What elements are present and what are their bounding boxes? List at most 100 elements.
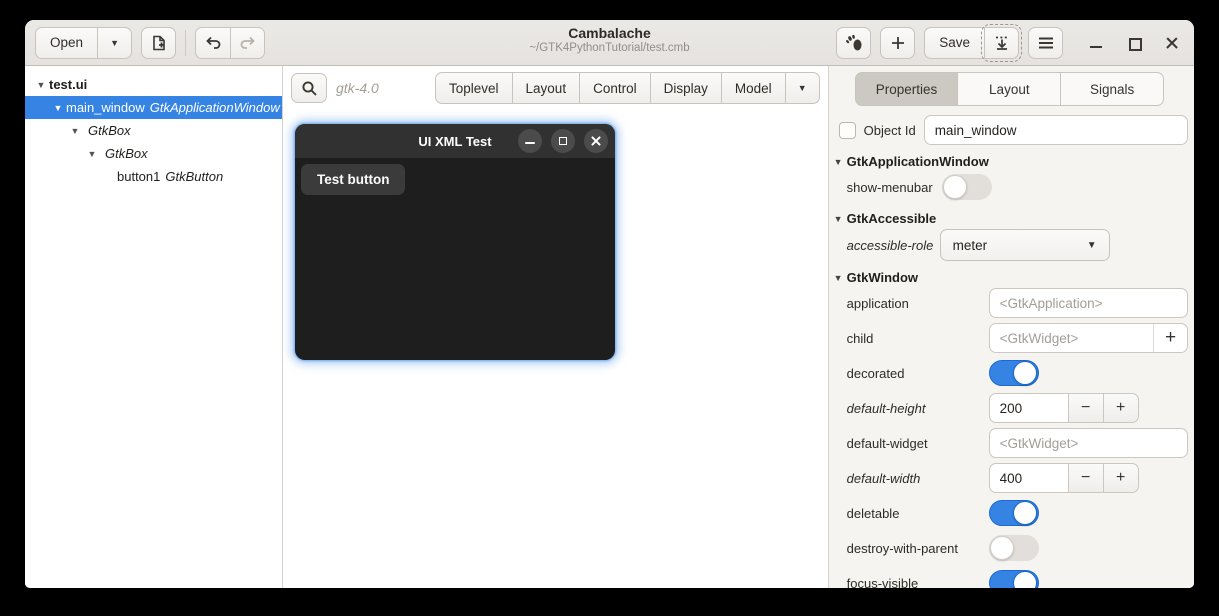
- tab-layout[interactable]: Layout: [957, 72, 1060, 106]
- tree-row[interactable]: ▼main_windowGtkApplicationWindow: [25, 96, 282, 119]
- tree-item-type: GtkApplicationWindow: [150, 100, 280, 115]
- property-label: default-widget: [847, 436, 989, 451]
- expander-icon[interactable]: ▼: [84, 149, 100, 159]
- default-width-decrement-button[interactable]: −: [1069, 463, 1104, 493]
- property-control: [942, 174, 1188, 200]
- expander-icon[interactable]: ▼: [50, 103, 66, 113]
- show-menubar-switch[interactable]: [942, 174, 992, 200]
- tree-row[interactable]: ▼GtkBox: [25, 142, 282, 165]
- property-sections: ▼GtkApplicationWindowshow-menubar▼GtkAcc…: [829, 150, 1194, 588]
- add-window-button[interactable]: [880, 27, 915, 59]
- default-height-value-input[interactable]: [989, 393, 1069, 423]
- section-header-gtkaccessible[interactable]: ▼GtkAccessible: [829, 207, 1194, 229]
- property-control: meter▼: [940, 229, 1188, 261]
- object-id-input[interactable]: [925, 116, 1187, 144]
- type-filter-control[interactable]: Control: [579, 72, 650, 104]
- export-icon: [993, 34, 1011, 52]
- tab-properties[interactable]: Properties: [855, 72, 958, 106]
- deletable-switch[interactable]: [989, 500, 1039, 526]
- child-entry: +: [989, 323, 1188, 353]
- object-id-row: Object Id: [839, 115, 1188, 145]
- titlebar: Open ▼: [25, 20, 1194, 66]
- maximize-button[interactable]: [1126, 35, 1142, 51]
- property-control: [989, 428, 1188, 458]
- save-button[interactable]: Save: [924, 27, 984, 59]
- type-filter-toplevel[interactable]: Toplevel: [435, 72, 512, 104]
- focus-visible-switch[interactable]: [989, 570, 1039, 588]
- child-add-button[interactable]: +: [1153, 324, 1187, 352]
- default-height-increment-button[interactable]: +: [1104, 393, 1139, 423]
- workspace: ToplevelLayoutControlDisplayModel▼ UI XM…: [283, 66, 829, 588]
- property-control: [989, 570, 1188, 588]
- type-filter-model[interactable]: Model: [721, 72, 785, 104]
- new-file-icon: [150, 34, 168, 52]
- property-control: −+: [989, 463, 1188, 493]
- type-filter-display[interactable]: Display: [650, 72, 721, 104]
- tree-row[interactable]: button1GtkButton: [25, 165, 282, 188]
- preview-test-button[interactable]: Test button: [301, 164, 405, 195]
- type-filter-dropdown-button[interactable]: ▼: [785, 72, 820, 104]
- tree-item-name: button1: [117, 169, 160, 184]
- property-label: default-width: [847, 471, 989, 486]
- default-width-increment-button[interactable]: +: [1104, 463, 1139, 493]
- tree-row[interactable]: ▼ GtkBox: [25, 119, 282, 142]
- preview-close-button[interactable]: [584, 129, 608, 153]
- tab-signals[interactable]: Signals: [1060, 72, 1164, 106]
- property-label: accessible-role: [847, 238, 940, 253]
- accessible-role-dropdown[interactable]: meter▼: [940, 229, 1110, 261]
- tree-item-type: GtkBox: [88, 123, 131, 138]
- app-window: Open ▼: [25, 20, 1194, 588]
- default-width-spinbutton: −+: [989, 463, 1139, 493]
- section-header-gtkapplicationwindow[interactable]: ▼GtkApplicationWindow: [829, 150, 1194, 172]
- property-label: decorated: [847, 366, 989, 381]
- property-label: application: [847, 296, 989, 311]
- redo-icon: [239, 34, 257, 52]
- switch-knob: [990, 536, 1014, 560]
- chevron-down-icon: ▼: [1087, 240, 1097, 251]
- default-height-decrement-button[interactable]: −: [1069, 393, 1104, 423]
- application-input[interactable]: [990, 289, 1187, 317]
- menu-button[interactable]: [1028, 27, 1063, 59]
- search-input[interactable]: [336, 80, 426, 96]
- chevron-down-icon: ▼: [110, 38, 119, 48]
- section-header-gtkwindow[interactable]: ▼GtkWindow: [829, 266, 1194, 288]
- open-button[interactable]: Open: [35, 27, 97, 59]
- minimize-button[interactable]: [1088, 35, 1104, 51]
- property-control: [989, 360, 1188, 386]
- destroy-with-parent-switch[interactable]: [989, 535, 1039, 561]
- preview-title: UI XML Test: [418, 134, 491, 149]
- preview-headerbar[interactable]: UI XML Test: [295, 124, 615, 158]
- property-control: +: [989, 323, 1188, 353]
- child-input[interactable]: [990, 324, 1153, 352]
- property-row-accessible-role: accessible-rolemeter▼: [847, 229, 1188, 261]
- object-id-label: Object Id: [864, 123, 916, 138]
- tree-row[interactable]: ▼test.ui: [25, 73, 282, 96]
- preview-window[interactable]: UI XML Test Test button: [295, 124, 615, 360]
- section-title: GtkAccessible: [847, 211, 937, 226]
- plus-icon: [890, 35, 906, 51]
- expander-icon[interactable]: ▼: [33, 80, 49, 90]
- type-filter-layout[interactable]: Layout: [512, 72, 580, 104]
- preview-minimize-button[interactable]: [518, 129, 542, 153]
- preview-maximize-button[interactable]: [551, 129, 575, 153]
- close-button[interactable]: [1164, 35, 1180, 51]
- redo-button[interactable]: [230, 27, 265, 59]
- property-label: deletable: [847, 506, 989, 521]
- search-button[interactable]: [291, 73, 327, 103]
- property-row-default-widget: default-widget: [847, 428, 1188, 458]
- default-width-value-input[interactable]: [989, 463, 1069, 493]
- open-dropdown-button[interactable]: ▼: [97, 27, 132, 59]
- switch-knob: [1013, 501, 1037, 525]
- default-height-spinbutton: −+: [989, 393, 1139, 423]
- property-row-default-width: default-width−+: [847, 463, 1188, 493]
- expander-icon[interactable]: ▼: [67, 126, 83, 136]
- export-button[interactable]: [984, 27, 1019, 59]
- decorated-switch[interactable]: [989, 360, 1039, 386]
- undo-button[interactable]: [195, 27, 230, 59]
- gnome-logo-button[interactable]: [836, 27, 871, 59]
- default-widget-input[interactable]: [990, 429, 1187, 457]
- titlebar-right: Save: [836, 27, 1184, 59]
- new-file-button[interactable]: [141, 27, 176, 59]
- object-id-checkbox[interactable]: [839, 122, 856, 139]
- expander-icon: ▼: [834, 273, 847, 283]
